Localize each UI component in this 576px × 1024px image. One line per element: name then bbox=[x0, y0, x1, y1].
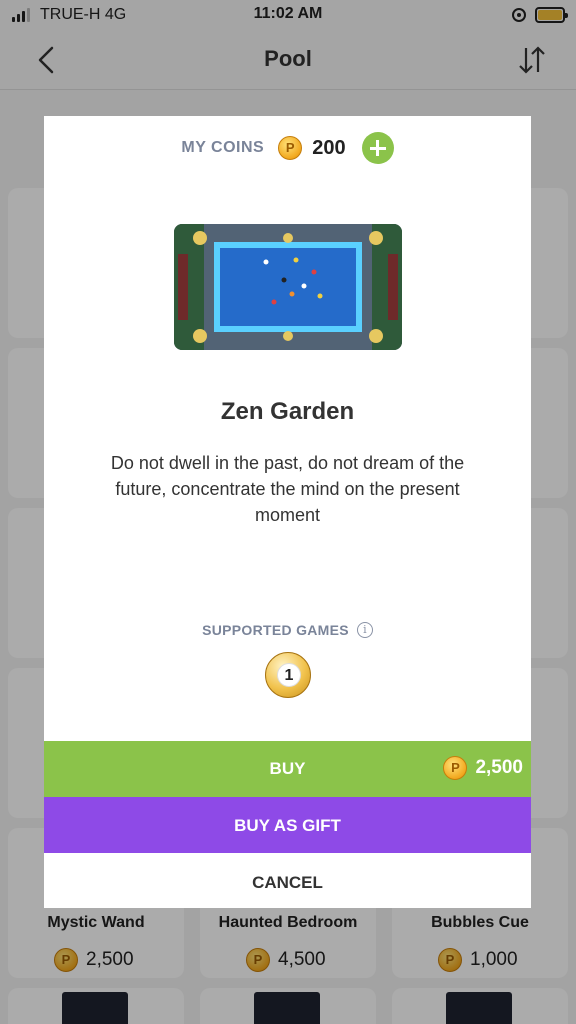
buy-as-gift-button[interactable]: BUY AS GIFT bbox=[44, 797, 531, 853]
item-title: Zen Garden bbox=[220, 398, 355, 425]
item-description: Do not dwell in the past, do not dream o… bbox=[110, 453, 465, 525]
supported-games-label: SUPPORTED GAMES bbox=[202, 622, 349, 638]
gift-label: BUY AS GIFT bbox=[234, 816, 341, 835]
purchase-dialog: MY COINS 200 bbox=[44, 116, 531, 908]
eight-ball-game-icon: 1 bbox=[265, 652, 311, 698]
info-icon[interactable]: i bbox=[356, 622, 373, 638]
cancel-label: CANCEL bbox=[252, 873, 323, 892]
supported-games-row: SUPPORTED GAMES i bbox=[44, 622, 531, 638]
buy-price: 2,500 bbox=[443, 756, 523, 780]
my-coins-row: MY COINS 200 bbox=[44, 130, 531, 166]
add-coins-button[interactable] bbox=[361, 132, 394, 164]
coin-icon bbox=[278, 136, 303, 160]
cancel-button[interactable]: CANCEL bbox=[44, 853, 531, 908]
ball-number: 1 bbox=[277, 663, 301, 687]
my-coins-value: 200 bbox=[312, 136, 346, 159]
coin-icon bbox=[443, 756, 468, 780]
pool-table-image bbox=[174, 224, 402, 350]
my-coins-label: MY COINS bbox=[181, 139, 265, 156]
buy-button[interactable]: BUY 2,500 bbox=[44, 741, 531, 797]
